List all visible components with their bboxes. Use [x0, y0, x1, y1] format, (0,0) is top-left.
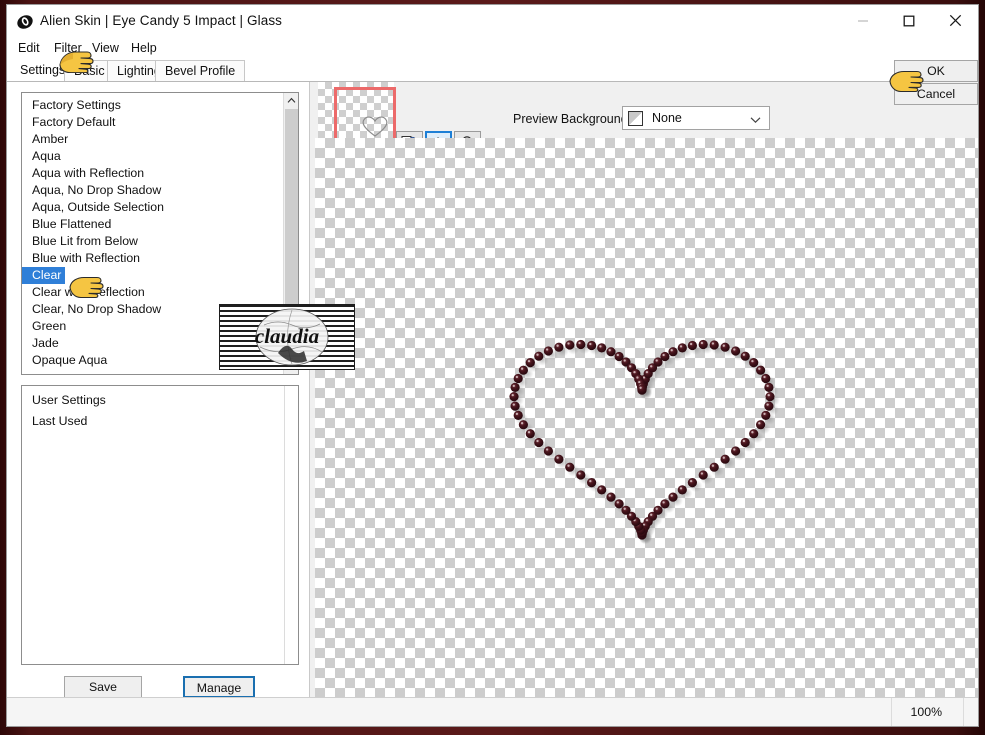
beaded-heart-artwork: [509, 339, 780, 545]
menu-item-edit[interactable]: Edit: [13, 40, 45, 57]
preview-background-value: None: [652, 111, 682, 125]
claudia-watermark: claudia ·: [219, 304, 355, 370]
application-window: Alien Skin | Eye Candy 5 Impact | Glass …: [6, 4, 979, 727]
user-settings-list: User Settings Last Used: [22, 391, 282, 430]
preview-background-label: Preview Background:: [513, 112, 632, 126]
preview-canvas[interactable]: [315, 138, 978, 697]
maximize-button[interactable]: [886, 5, 932, 36]
list-item[interactable]: Last Used: [22, 413, 282, 430]
factory-settings-group-label: Factory Settings: [32, 98, 121, 112]
tab-strip: Settings Basic Lighting Bevel Profile: [7, 60, 978, 82]
pointing-hand-ok-icon: [889, 70, 924, 93]
close-button[interactable]: [932, 5, 978, 36]
user-list-scrollbar[interactable]: [284, 386, 298, 664]
status-divider: [891, 698, 892, 726]
list-item[interactable]: Aqua, No Drop Shadow: [22, 182, 284, 199]
list-item[interactable]: Aqua, Outside Selection: [22, 199, 284, 216]
preview-panel: Preview Background: None: [310, 82, 978, 697]
user-settings-group-label: User Settings: [32, 393, 106, 407]
list-item-selected-row: Clear: [22, 267, 284, 284]
manage-button[interactable]: Manage: [183, 676, 255, 698]
minimize-button[interactable]: [840, 5, 886, 36]
list-item[interactable]: Amber: [22, 131, 284, 148]
preview-background-swatch-icon: [628, 111, 643, 126]
close-icon: [949, 14, 961, 27]
list-item[interactable]: Blue Lit from Below: [22, 233, 284, 250]
chevron-down-icon[interactable]: [750, 113, 761, 127]
watermark-graphic: claudia ·: [255, 308, 329, 366]
list-item-selected[interactable]: Clear: [22, 267, 66, 284]
list-item[interactable]: Clear with Reflection: [22, 284, 284, 301]
pointing-hand-clear-icon: [69, 276, 104, 299]
list-item[interactable]: Aqua with Reflection: [22, 165, 284, 182]
status-bar: 100%: [7, 697, 978, 726]
preview-background-select[interactable]: None: [622, 106, 770, 130]
tab-bevel-profile[interactable]: Bevel Profile: [155, 60, 246, 82]
list-item[interactable]: Blue with Reflection: [22, 250, 284, 267]
status-divider: [963, 698, 964, 726]
navigator-heart-preview: [362, 116, 388, 137]
window-outer-frame: Alien Skin | Eye Candy 5 Impact | Glass …: [0, 0, 985, 735]
window-title: Alien Skin | Eye Candy 5 Impact | Glass: [40, 13, 283, 28]
save-button[interactable]: Save: [64, 676, 142, 698]
title-bar: Alien Skin | Eye Candy 5 Impact | Glass: [7, 5, 978, 37]
menu-bar: Edit Filter View Help: [7, 37, 978, 60]
user-settings-listbox[interactable]: User Settings Last Used: [21, 385, 299, 665]
watermark-text: claudia: [255, 324, 319, 348]
list-item[interactable]: Factory Default: [22, 114, 284, 131]
alien-skin-icon: [16, 13, 34, 31]
list-item[interactable]: Aqua: [22, 148, 284, 165]
zoom-level-indicator: 100%: [910, 705, 942, 719]
maximize-icon: [903, 15, 915, 26]
scroll-up-icon[interactable]: [284, 93, 298, 108]
minimize-icon: [858, 19, 868, 22]
pointing-hand-filter-icon: [59, 51, 94, 73]
menu-item-help[interactable]: Help: [126, 40, 162, 57]
settings-panel: Factory Settings Factory Default Amber A…: [7, 82, 310, 698]
list-item[interactable]: Blue Flattened: [22, 216, 284, 233]
